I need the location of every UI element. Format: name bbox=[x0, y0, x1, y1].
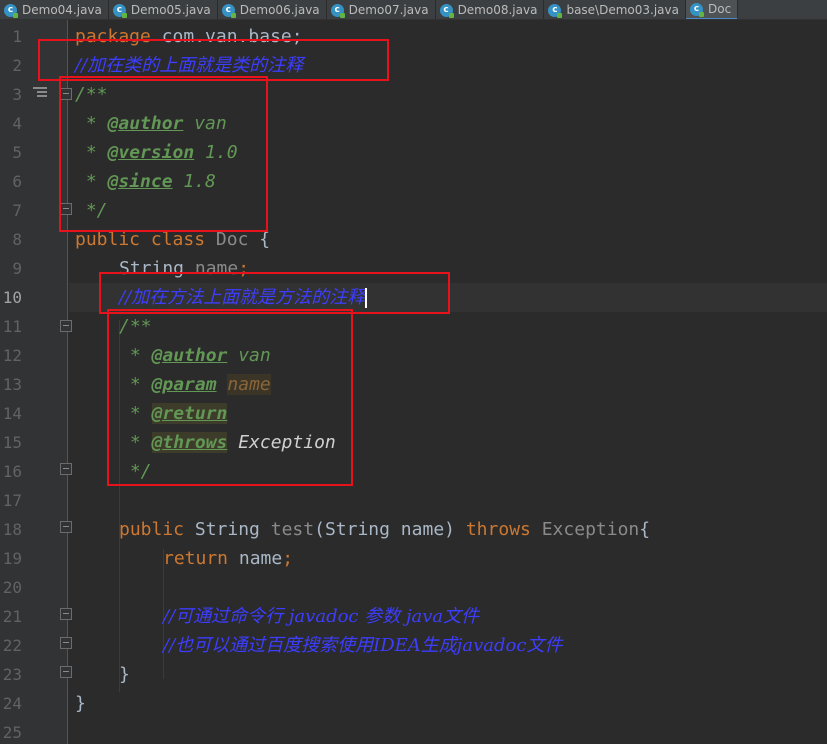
tab-demo04[interactable]: c Demo04.java bbox=[0, 0, 109, 19]
tab-demo07[interactable]: c Demo07.java bbox=[327, 0, 436, 19]
line-number: 4 bbox=[12, 114, 22, 133]
java-class-icon: c bbox=[689, 2, 704, 17]
code-line-23: } bbox=[119, 664, 130, 685]
java-class-icon: c bbox=[4, 3, 18, 18]
line-number: 5 bbox=[12, 143, 22, 162]
line-number: 14 bbox=[2, 404, 22, 423]
tab-demo05[interactable]: c Demo05.java bbox=[109, 0, 218, 19]
line-number: 3 bbox=[12, 85, 22, 104]
annotation-box-method-comment bbox=[99, 272, 450, 314]
line-number: 12 bbox=[2, 346, 22, 365]
code-line-19: return name; bbox=[163, 548, 294, 569]
code-line-24: } bbox=[75, 693, 86, 714]
line-number: 7 bbox=[12, 201, 22, 220]
line-number: 24 bbox=[2, 694, 22, 713]
tab-demo06[interactable]: c Demo06.java bbox=[218, 0, 327, 19]
annotation-box-class-javadoc bbox=[59, 76, 268, 232]
java-class-icon: c bbox=[439, 3, 454, 18]
line-number: 19 bbox=[2, 549, 22, 568]
line-number: 18 bbox=[2, 520, 22, 539]
line-number: 9 bbox=[12, 259, 22, 278]
line-number-gutter: 1 2 3 4 5 6 7 8 9 10 11 12 13 14 15 16 1… bbox=[0, 20, 72, 744]
tab-base-demo03[interactable]: c base\Demo03.java bbox=[544, 0, 686, 19]
code-line-18: public String test(String name) throws E… bbox=[119, 519, 651, 540]
line-number: 21 bbox=[2, 607, 22, 626]
line-number: 13 bbox=[2, 375, 22, 394]
editor-tab-bar: c Demo04.java c Demo05.java c Demo06.java c… bbox=[0, 0, 827, 20]
line-number: 8 bbox=[12, 230, 22, 249]
line-number: 1 bbox=[12, 27, 22, 46]
code-line-22: //也可以通过百度搜索使用IDEA生成javadoc文件 bbox=[163, 635, 563, 656]
line-number: 6 bbox=[12, 172, 22, 191]
line-number: 16 bbox=[2, 462, 22, 481]
line-number: 15 bbox=[2, 433, 22, 452]
annotation-box-method-javadoc bbox=[107, 309, 353, 486]
java-class-icon: c bbox=[221, 3, 236, 18]
annotation-box-class-comment bbox=[38, 39, 389, 81]
java-class-icon: c bbox=[330, 3, 345, 18]
java-class-icon: c bbox=[112, 3, 127, 18]
javadoc-render-icon[interactable] bbox=[33, 87, 47, 99]
line-number: 17 bbox=[2, 491, 22, 510]
tab-doc[interactable]: c Doc bbox=[685, 0, 739, 19]
line-number: 11 bbox=[2, 317, 22, 336]
line-number: 20 bbox=[2, 578, 22, 597]
line-number-current: 10 bbox=[2, 288, 22, 307]
line-number: 23 bbox=[2, 665, 22, 684]
java-class-icon: c bbox=[548, 3, 563, 18]
line-number: 2 bbox=[12, 56, 22, 75]
tab-demo08[interactable]: c Demo08.java bbox=[436, 0, 545, 19]
code-line-21: //可通过命令行 javadoc 参数 java文件 bbox=[163, 606, 480, 627]
line-number: 22 bbox=[2, 636, 22, 655]
line-number: 25 bbox=[2, 723, 22, 742]
